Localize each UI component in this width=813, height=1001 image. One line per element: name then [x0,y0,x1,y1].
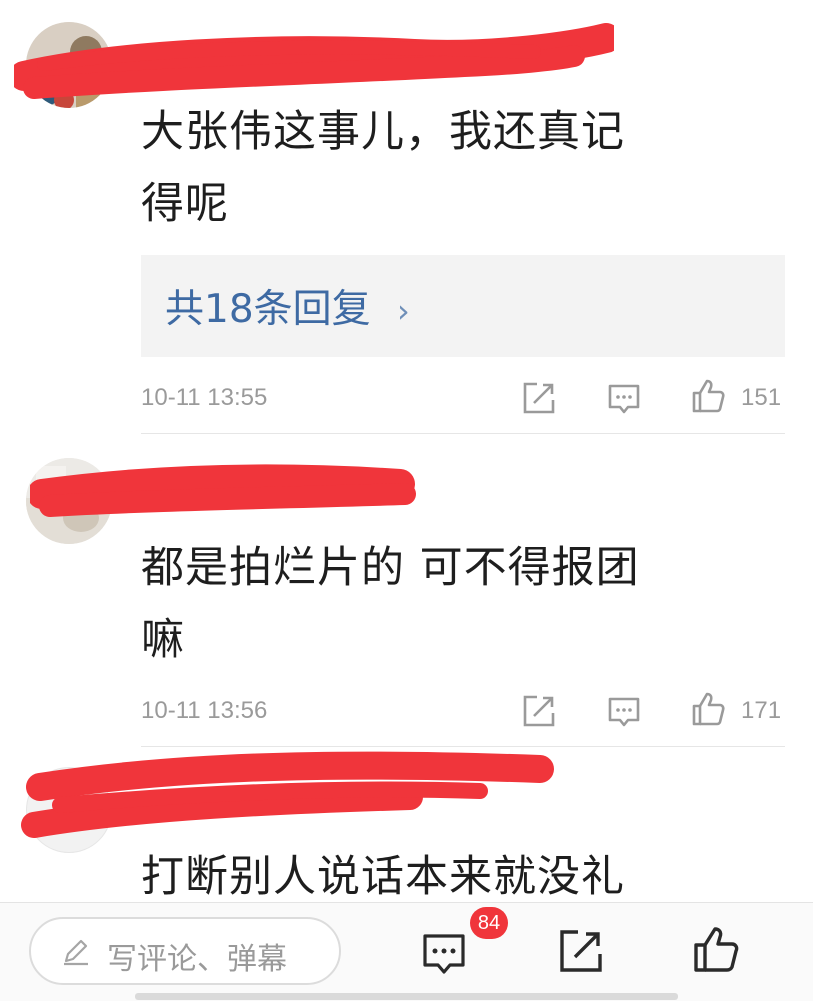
comment-text: 都是拍烂片的 可不得报团 嘛 [141,532,761,676]
danmaku-icon[interactable] [606,380,642,416]
avatar[interactable] [26,767,112,853]
bottom-bar: 写评论、弹幕 [0,902,813,1001]
replies-label: 共18条回复 [165,287,371,332]
danmaku-icon[interactable] [606,693,642,729]
comment-time: 10-11 13:56 [141,697,268,724]
like-count: 151 [741,384,782,411]
comment-text-line: 大张伟这事儿，我还真记 [141,107,625,157]
like-count: 171 [741,697,782,724]
comment-item: 大张伟这事儿，我还真记 得呢 共18条回复 › 10-11 13:55 151 [0,0,813,432]
replies-link[interactable]: 共18条回复 › [165,278,410,334]
home-indicator [135,993,678,1000]
comment-text-line: 嘛 [141,615,185,665]
comment-text: 大张伟这事儿，我还真记 得呢 [141,96,761,240]
comment-item: 都是拍烂片的 可不得报团 嘛 10-11 13:56 171 [0,434,813,746]
avatar[interactable] [26,22,112,108]
share-icon[interactable] [557,927,605,975]
comment-text-line: 得呢 [141,179,229,229]
thumb-up-icon[interactable] [690,691,726,727]
chevron-right-icon: › [397,292,410,330]
thumb-up-icon[interactable] [692,925,740,973]
share-icon[interactable] [521,693,557,729]
comment-text-line: 都是拍烂片的 可不得报团 [141,543,640,593]
thumb-up-icon[interactable] [690,378,726,414]
replies-box[interactable]: 共18条回复 › [141,255,785,357]
avatar[interactable] [26,458,112,544]
pencil-icon [64,939,88,966]
comment-count-badge: 84 [470,907,508,939]
danmaku-icon[interactable] [420,929,468,977]
share-icon[interactable] [521,380,557,416]
comment-input-placeholder: 写评论、弹幕 [107,942,287,977]
comment-item: 打断别人说话本来就没礼 [0,747,813,902]
comment-input[interactable]: 写评论、弹幕 [29,917,341,985]
comment-time: 10-11 13:55 [141,384,268,411]
